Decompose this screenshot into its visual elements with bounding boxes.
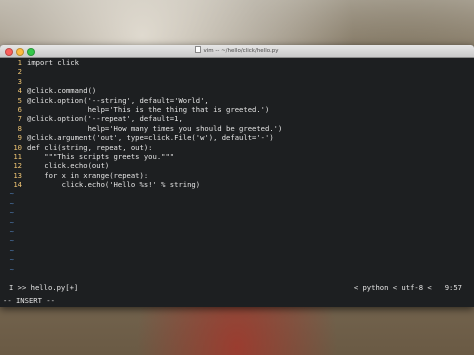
empty-buffer-line: ~	[0, 255, 474, 264]
statusline-filename: >> hello.py[+]	[17, 283, 79, 292]
window-title: vim -- ~/hello/click/hello.py	[0, 46, 474, 54]
code-line[interactable]: 9 @click.argument('out', type=click.File(…	[0, 133, 474, 142]
line-number: 3	[17, 76, 22, 86]
empty-line-marker: ~	[9, 227, 14, 237]
code-line[interactable]: 4 @click.command()	[0, 86, 474, 95]
code-text[interactable]: def cli(string, repeat, out):	[27, 143, 153, 152]
empty-line-marker: ~	[9, 264, 14, 274]
code-line[interactable]: 12 click.echo(out)	[0, 161, 474, 170]
line-number: 1	[17, 58, 22, 67]
code-line[interactable]: 1 import click	[0, 58, 474, 67]
code-line[interactable]: 6 help='This is the thing that is greete…	[0, 105, 474, 114]
code-text[interactable]: help='How many times you should be greet…	[27, 124, 283, 133]
empty-line-marker: ~	[9, 189, 14, 199]
window-title-text: vim -- ~/hello/click/hello.py	[203, 48, 279, 54]
empty-line-marker: ~	[9, 198, 14, 208]
code-line[interactable]: 3	[0, 77, 474, 86]
code-line[interactable]: 11 """This scripts greets you."""	[0, 152, 474, 161]
vim-statusline: I >> hello.py[+] < python < utf-8 < 9:57	[0, 282, 474, 294]
code-line[interactable]: 5 @click.option('--string', default='Worl…	[0, 96, 474, 105]
empty-buffer-line: ~	[0, 208, 474, 217]
code-text[interactable]: import click	[27, 58, 79, 67]
code-line[interactable]: 13 for x in xrange(repeat):	[0, 171, 474, 180]
line-number: 14	[13, 180, 22, 190]
code-line[interactable]: 7 @click.option('--repeat', default=1,	[0, 114, 474, 123]
empty-buffer-line: ~	[0, 246, 474, 255]
code-text[interactable]: @click.command()	[27, 86, 96, 95]
empty-buffer-line: ~	[0, 218, 474, 227]
code-line[interactable]: 10 def cli(string, repeat, out):	[0, 143, 474, 152]
statusline-cursor-position: 9:57	[444, 283, 462, 292]
statusline-right: < python < utf-8 < 9:57	[354, 282, 462, 294]
terminal-window: vim -- ~/hello/click/hello.py 1 import cl…	[0, 45, 474, 307]
empty-buffer-line: ~	[0, 189, 474, 198]
statusline-filetype: < python < utf-8 <	[353, 283, 432, 292]
code-text[interactable]: click.echo('Hello %s!' % string)	[27, 180, 200, 189]
vim-editor-buffer[interactable]: 1 import click 2 3 4 @click.command() 5 @click.…	[0, 58, 474, 282]
line-number: 4	[17, 86, 22, 96]
empty-buffer-line: ~	[0, 199, 474, 208]
statusline-mode-marker: I	[9, 283, 14, 292]
document-icon	[195, 46, 202, 53]
code-text[interactable]: @click.argument('out', type=click.File('…	[27, 133, 274, 142]
empty-line-marker: ~	[9, 217, 14, 227]
line-number: 2	[17, 67, 22, 77]
code-line[interactable]: 14 click.echo('Hello %s!' % string)	[0, 180, 474, 189]
line-number: 7	[17, 114, 22, 124]
empty-line-marker: ~	[9, 208, 14, 218]
empty-buffer-line: ~	[0, 265, 474, 274]
code-text[interactable]: help='This is the thing that is greeted.…	[27, 105, 270, 114]
line-number: 10	[13, 142, 22, 152]
line-number: 13	[13, 170, 22, 180]
line-number: 11	[13, 151, 22, 161]
code-text[interactable]: click.echo(out)	[27, 161, 109, 170]
code-text[interactable]: for x in xrange(repeat):	[27, 171, 148, 180]
line-number: 8	[17, 123, 22, 133]
statusline-left: I >> hello.py[+]	[9, 282, 78, 294]
code-line[interactable]: 8 help='How many times you should be gre…	[0, 124, 474, 133]
vim-mode-indicator: -- INSERT --	[3, 296, 55, 305]
empty-line-marker: ~	[9, 236, 14, 246]
line-number: 9	[17, 133, 22, 143]
line-number: 12	[13, 161, 22, 171]
empty-line-marker: ~	[9, 255, 14, 265]
code-text[interactable]: @click.option('--string', default='World…	[27, 96, 209, 105]
empty-buffer-line: ~	[0, 236, 474, 245]
window-titlebar[interactable]: vim -- ~/hello/click/hello.py	[0, 45, 474, 58]
line-number: 5	[17, 95, 22, 105]
code-text[interactable]: @click.option('--repeat', default=1,	[27, 114, 183, 123]
line-number: 6	[17, 104, 22, 114]
empty-line-marker: ~	[9, 245, 14, 255]
code-text[interactable]: """This scripts greets you."""	[27, 152, 174, 161]
empty-buffer-line: ~	[0, 227, 474, 236]
code-line[interactable]: 2	[0, 67, 474, 76]
